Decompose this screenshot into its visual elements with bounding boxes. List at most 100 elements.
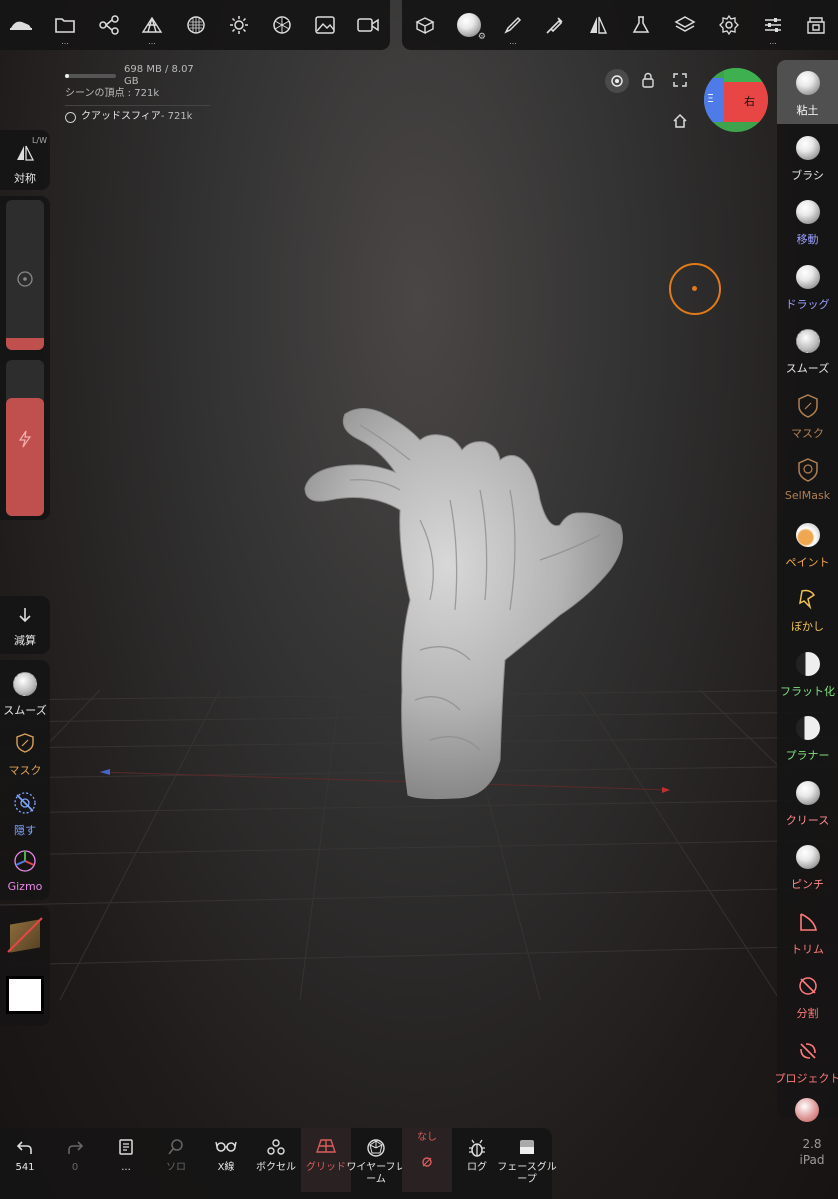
quick-tool-hide-label: 隠す [14,824,36,837]
tool-label: 移動 [796,233,819,246]
symmetry-button[interactable]: L/W 対称 [0,130,50,190]
tool-label: ピンチ [791,878,824,891]
mask-icon [795,393,821,419]
subtract-button[interactable]: 減算 [0,596,50,654]
tool-smooth[interactable]: スムーズ [777,318,838,382]
tool-label: プラナー [785,749,830,762]
intensity-slider-fill [6,398,44,516]
radius-slider-fill [6,338,44,350]
device-name: iPad [799,1153,825,1167]
mask-shield-icon [16,733,34,753]
xray-icon [215,1138,237,1158]
smudge-icon [795,586,821,612]
hide-icon [14,792,36,814]
bug-icon [468,1138,486,1162]
quick-tool-gizmo-label: Gizmo [7,880,43,893]
tool-brush-sphere[interactable]: ブラシ [777,125,838,189]
bottom-tool-solo-search[interactable]: ソロ [151,1128,201,1192]
right-tools-panel: 粘土ブラシ移動ドラッグスムーズマスク SelMask ペイントぼかしフラット化プラナ… [775,60,838,1122]
tool-crease[interactable]: クリース [777,770,838,834]
tool-pinch[interactable]: ピンチ [777,834,838,898]
planar-icon [795,715,821,741]
radius-icon [17,271,33,287]
none-icon [420,1154,434,1173]
tool-label: ペイント [785,555,830,569]
bottom-tool-label: ワイヤーフレーム [346,1162,406,1185]
tool-selmask[interactable]: SelMask [777,447,838,511]
quick-tool-smooth[interactable]: スムーズ [0,664,50,722]
version-number: 2.8 [802,1137,822,1151]
tool-paint[interactable]: ペイント [777,512,838,576]
wireframe-icon [366,1138,386,1162]
tool-split[interactable]: 分割 [777,963,838,1027]
tool-label: クリース [785,813,830,827]
smooth-ball-icon [13,672,37,696]
crease-icon [795,780,821,806]
brush-sphere-icon [795,135,821,161]
bottom-tool-label: フェースグループ [497,1162,557,1185]
smooth-icon [795,328,821,354]
trim-icon [795,909,821,935]
tool-label: フラット化 [780,684,835,698]
tool-planar[interactable]: プラナー [777,705,838,769]
selmask-icon [795,457,821,483]
undo-icon [16,1138,34,1160]
radius-slider[interactable] [6,200,44,350]
tool-label: プロジェクト [774,1071,838,1085]
quick-tool-gizmo[interactable]: Gizmo [0,844,50,900]
bottom-tool-undo[interactable]: 541 [0,1128,50,1192]
tool-project[interactable]: プロジェクト [775,1028,838,1092]
bottom-tool-redo[interactable]: 0 [50,1128,100,1192]
bottom-toolbar: 541 0... ソロ X線 ボクセル グリッド ワイヤーフレーム なし ログ フェースグループ [0,1128,557,1199]
bottom-tool-facegroup[interactable]: フェースグループ [497,1128,557,1192]
hand-sculpt-model[interactable] [0,0,838,1199]
quick-tool-hide[interactable]: 隠す [0,784,50,842]
grid-icon [316,1138,336,1158]
redo-icon [66,1138,84,1160]
bottom-tool-notes[interactable]: ... [101,1128,151,1192]
bottom-tool-none[interactable]: なし [402,1128,452,1192]
drag-icon [795,264,821,290]
pinch-icon [795,844,821,870]
bottom-tool-voxel-bottom[interactable]: ボクセル [251,1128,301,1192]
tool-trim[interactable]: トリム [777,899,838,963]
quick-tools-panel: スムーズ マスク 隠す Gizmo [0,660,50,900]
tool-move[interactable]: 移動 [777,189,838,253]
tool-mask[interactable]: マスク [777,383,838,447]
tool-drag[interactable]: ドラッグ [777,254,838,318]
tool-label: トリム [791,942,824,956]
intensity-slider[interactable] [6,360,44,516]
tool-label: マスク [791,426,824,440]
bottom-tool-label: なし [417,1132,437,1143]
tool-clay[interactable]: 粘土 [777,60,838,124]
color-swatch[interactable] [6,976,44,1014]
paint-icon [795,522,821,548]
tool-label: ドラッグ [785,297,830,311]
subtract-label: 減算 [14,634,36,647]
bottom-tool-xray[interactable]: X線 [201,1128,251,1192]
quick-tool-mask[interactable]: マスク [0,724,50,782]
tool-label: ぼかし [791,620,824,633]
move-icon [795,199,821,225]
slider-panel [0,196,50,520]
tool-label: 分割 [796,1007,819,1020]
tool-label: スムーズ [785,362,830,375]
flatten-icon [795,651,821,677]
tool-label: 粘土 [796,104,819,117]
tool-flatten[interactable]: フラット化 [777,641,838,705]
symmetry-left-icon [17,145,35,161]
version-info: 2.8 iPad [790,1136,834,1168]
notes-icon [118,1138,134,1160]
clay-icon [795,70,821,96]
material-preview[interactable] [6,916,44,954]
tool-label: SelMask [784,489,831,502]
tool-smudge[interactable]: ぼかし [777,576,838,640]
voxel-bottom-icon [266,1138,286,1160]
solo-search-icon [167,1138,185,1160]
tool-scroll-more[interactable] [795,1098,819,1122]
gizmo-icon [14,850,36,872]
split-icon [795,973,821,999]
quick-tool-mask-label: マスク [8,764,42,777]
project-icon [795,1038,821,1064]
facegroup-icon [518,1138,536,1160]
